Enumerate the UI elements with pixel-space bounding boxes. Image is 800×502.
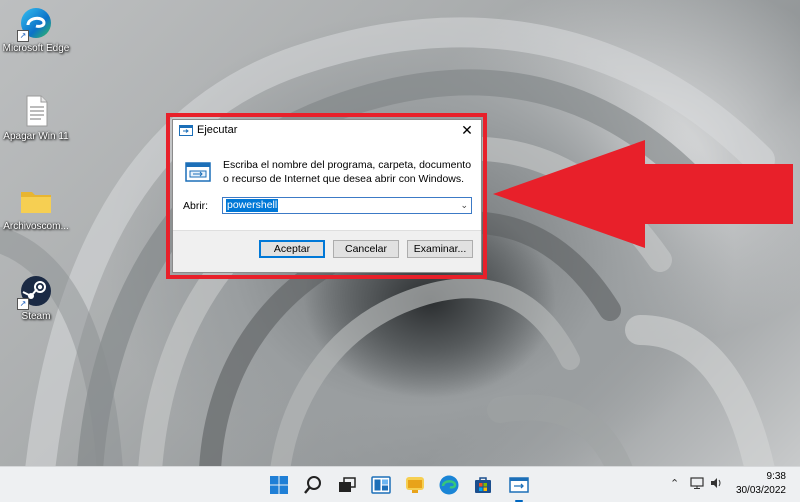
taskbar: ⌃ 9:38 30/03/2022 (0, 466, 800, 502)
desktop-icon-steam[interactable]: ↗ Steam (0, 274, 74, 322)
chevron-up-icon[interactable]: ⌃ (670, 477, 679, 490)
edge-icon[interactable] (438, 474, 460, 496)
close-icon[interactable]: ✕ (459, 122, 475, 138)
steam-icon: ↗ (17, 274, 53, 310)
folder-icon (19, 184, 53, 218)
network-icon[interactable] (690, 477, 704, 492)
run-dialog: Ejecutar ✕ Escriba el nombre del program… (172, 119, 482, 273)
store-icon[interactable] (472, 474, 494, 496)
desktop-icon-label: Apagar Win 11 (3, 131, 69, 142)
start-icon[interactable] (268, 474, 290, 496)
open-label: Abrir: (183, 200, 209, 212)
dialog-titlebar[interactable]: Ejecutar ✕ (173, 120, 481, 142)
open-combobox[interactable]: powershell ⌄ (222, 197, 472, 214)
chat-icon[interactable] (404, 474, 426, 496)
edge-icon: ↗ (17, 6, 53, 42)
dialog-description: Escriba el nombre del programa, carpeta,… (223, 159, 472, 185)
dialog-button-row: Aceptar Cancelar Examinar... (173, 231, 481, 274)
red-arrow-annotation (493, 140, 793, 248)
search-icon[interactable] (302, 474, 324, 496)
taskbar-clock[interactable]: 9:38 30/03/2022 (736, 470, 786, 498)
chevron-down-icon[interactable]: ⌄ (460, 198, 468, 213)
desktop-icon-label: Steam (21, 311, 51, 322)
desktop-icon-label: Archivoscom... (3, 221, 69, 232)
ok-button[interactable]: Aceptar (259, 240, 325, 258)
widgets-icon[interactable] (370, 474, 392, 496)
desktop-icon-folder[interactable]: Archivoscom... (0, 184, 74, 232)
run-app-icon (179, 125, 193, 136)
task-view-icon[interactable] (336, 474, 358, 496)
desktop-icon-edge[interactable]: ↗ Microsoft Edge (0, 6, 74, 54)
open-input-value[interactable]: powershell (226, 199, 279, 212)
clock-time: 9:38 (766, 471, 786, 482)
dialog-title: Ejecutar (197, 124, 238, 136)
cancel-button[interactable]: Cancelar (333, 240, 399, 258)
document-icon (19, 94, 53, 128)
desktop-icon-label: Microsoft Edge (2, 43, 70, 54)
browse-button[interactable]: Examinar... (407, 240, 473, 258)
run-program-icon (185, 162, 211, 182)
desktop-icon-apagar[interactable]: Apagar Win 11 (0, 94, 74, 142)
run-icon[interactable] (508, 474, 530, 502)
clock-date: 30/03/2022 (735, 485, 786, 496)
dialog-body: Escriba el nombre del programa, carpeta,… (173, 142, 481, 231)
volume-icon[interactable] (710, 477, 724, 492)
